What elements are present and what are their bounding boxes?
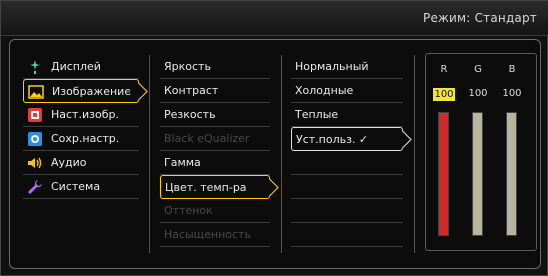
green-level-bar[interactable] — [472, 112, 483, 236]
picture-item-color-temperature[interactable]: Цвет. темп-ра — [160, 175, 270, 199]
red-level-bar[interactable] — [438, 112, 449, 236]
main-menu-label: Дисплей — [51, 60, 101, 73]
speaker-icon — [28, 157, 42, 169]
main-menu-label: Система — [51, 180, 101, 193]
display-icon — [30, 60, 40, 74]
column-divider — [281, 55, 282, 253]
color-temp-item-normal[interactable]: Нормальный — [291, 55, 403, 79]
main-menu-item-audio[interactable]: Аудио — [23, 151, 139, 175]
picture-item-black-equalizer: Black eQualizer — [160, 127, 270, 151]
color-temp-empty-row — [291, 151, 403, 175]
picture-icon — [28, 85, 44, 99]
color-temperature-submenu: Нормальный Холодные Теплые Уст.польз. ✓ — [291, 55, 403, 247]
color-temp-empty-row — [291, 223, 403, 247]
save-settings-icon — [28, 132, 42, 146]
main-menu-label: Аудио — [51, 156, 87, 169]
picture-item-contrast[interactable]: Контраст — [160, 79, 270, 103]
main-menu-item-save-settings[interactable]: Сохр.настр. — [23, 127, 139, 151]
picture-submenu: Яркость Контраст Резкость Black eQualize… — [160, 55, 270, 247]
wrench-icon — [28, 180, 42, 194]
main-menu-item-system[interactable]: Система — [23, 175, 139, 199]
picture-settings-icon — [28, 108, 42, 122]
color-temp-item-user-define[interactable]: Уст.польз. ✓ — [291, 127, 403, 151]
main-menu-item-picture[interactable]: Изображение — [23, 79, 139, 103]
picture-item-gamma[interactable]: Гамма — [160, 151, 270, 175]
blue-label: B — [508, 64, 516, 75]
red-value[interactable]: 100 — [433, 88, 455, 101]
picture-item-hue: Оттенок — [160, 199, 270, 223]
color-temp-item-warm[interactable]: Теплые — [291, 103, 403, 127]
rgb-adjust-panel: R G B 100 100 100 — [425, 53, 537, 251]
color-temp-empty-row — [291, 199, 403, 223]
osd-window: Режим: Стандарт Дисплей Изображение Наст… — [0, 0, 548, 276]
osd-top-bar: Режим: Стандарт — [1, 1, 548, 36]
picture-item-sharpness[interactable]: Резкость — [160, 103, 270, 127]
mode-indicator: Режим: Стандарт — [423, 11, 537, 25]
picture-item-brightness[interactable]: Яркость — [160, 55, 270, 79]
main-menu-label: Сохр.настр. — [51, 132, 120, 145]
green-value[interactable]: 100 — [467, 88, 489, 99]
main-menu: Дисплей Изображение Наст.изобр. Сохр.нас… — [23, 55, 139, 199]
red-label: R — [440, 64, 448, 75]
main-menu-label: Изображение — [52, 85, 132, 98]
blue-value[interactable]: 100 — [501, 88, 523, 99]
picture-item-saturation: Насыщенность — [160, 223, 270, 247]
blue-level-bar[interactable] — [506, 112, 517, 236]
column-divider — [149, 55, 150, 253]
color-temp-item-cool[interactable]: Холодные — [291, 79, 403, 103]
color-temp-empty-row — [291, 175, 403, 199]
green-label: G — [474, 64, 482, 75]
main-menu-item-display[interactable]: Дисплей — [23, 55, 139, 79]
column-divider — [414, 55, 415, 253]
main-menu-item-picture-settings[interactable]: Наст.изобр. — [23, 103, 139, 127]
main-menu-label: Наст.изобр. — [51, 108, 119, 121]
